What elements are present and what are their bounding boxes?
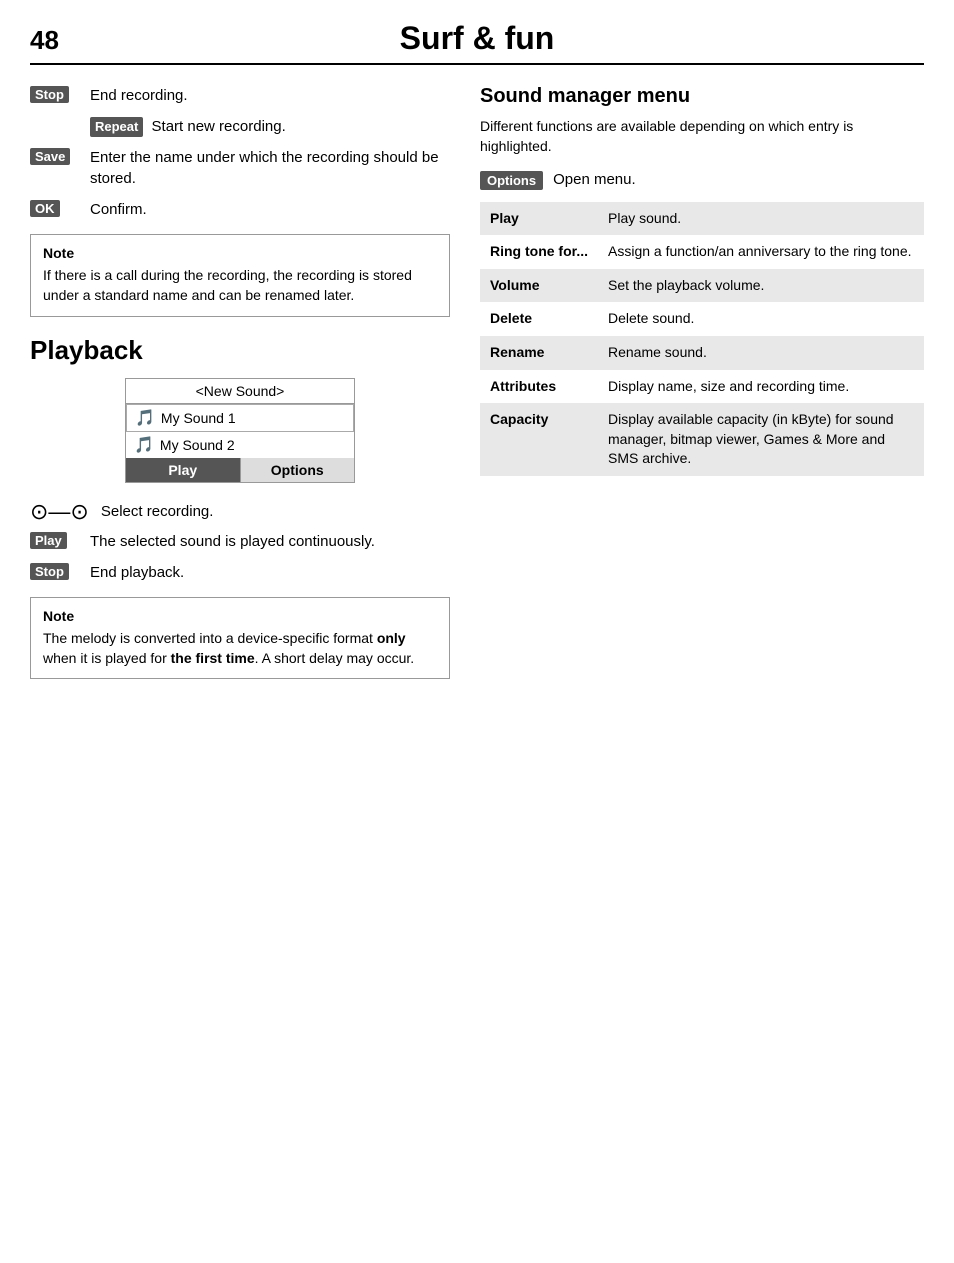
playback-item-2-label: My Sound 2 xyxy=(160,437,235,453)
menu-desc-1: Assign a function/an anniversary to the … xyxy=(598,235,924,269)
play-label: Play xyxy=(30,532,67,549)
note2-bold-2: the first time xyxy=(171,650,255,666)
nav-text: Select recording. xyxy=(101,501,450,522)
options-row: Options Open menu. xyxy=(480,171,924,190)
note2-text-3: . A short delay may occur. xyxy=(255,650,415,666)
play-row: Play The selected sound is played contin… xyxy=(30,531,450,552)
menu-row-5: AttributesDisplay name, size and recordi… xyxy=(480,370,924,404)
menu-row-0: PlayPlay sound. xyxy=(480,202,924,236)
ok-text: Confirm. xyxy=(90,199,450,220)
menu-label-3: Delete xyxy=(480,302,598,336)
sound-manager-title: Sound manager menu xyxy=(480,85,924,108)
left-column: Stop End recording. Repeat Start new rec… xyxy=(30,85,450,693)
options-text: Open menu. xyxy=(553,171,636,188)
main-content: Stop End recording. Repeat Start new rec… xyxy=(30,85,924,693)
menu-label-4: Rename xyxy=(480,336,598,370)
save-label: Save xyxy=(30,148,70,165)
menu-desc-5: Display name, size and recording time. xyxy=(598,370,924,404)
ok-row: OK Confirm. xyxy=(30,199,450,220)
nav-icon: ⊙—⊙ xyxy=(30,499,89,525)
menu-desc-4: Rename sound. xyxy=(598,336,924,370)
playback-ui: <New Sound> 🎵 My Sound 1 🎵 My Sound 2 Pl… xyxy=(30,378,450,483)
page-number: 48 xyxy=(30,25,70,56)
repeat-row: Repeat Start new recording. xyxy=(30,116,450,137)
note1-body: If there is a call during the recording,… xyxy=(43,265,437,306)
menu-row-4: RenameRename sound. xyxy=(480,336,924,370)
play-button[interactable]: Play xyxy=(126,458,240,482)
playback-new-sound: <New Sound> xyxy=(126,379,354,404)
note-box-1: Note If there is a call during the recor… xyxy=(30,234,450,317)
music-icon-2: 🎵 xyxy=(134,435,154,455)
stop2-badge: Stop xyxy=(30,562,78,580)
menu-label-0: Play xyxy=(480,202,598,236)
menu-label-5: Attributes xyxy=(480,370,598,404)
menu-desc-2: Set the playback volume. xyxy=(598,269,924,303)
note-box-2: Note The melody is converted into a devi… xyxy=(30,597,450,680)
menu-table: PlayPlay sound.Ring tone for...Assign a … xyxy=(480,202,924,476)
note2-bold-1: only xyxy=(377,630,406,646)
save-text: Enter the name under which the recording… xyxy=(90,147,450,189)
note2-text-1: The melody is converted into a device-sp… xyxy=(43,630,377,646)
menu-desc-3: Delete sound. xyxy=(598,302,924,336)
ok-label: OK xyxy=(30,200,60,217)
note1-title: Note xyxy=(43,245,437,261)
stop-label: Stop xyxy=(30,86,69,103)
menu-row-6: CapacityDisplay available capacity (in k… xyxy=(480,403,924,476)
note2-text-2: when it is played for xyxy=(43,650,171,666)
note2-body: The melody is converted into a device-sp… xyxy=(43,628,437,669)
stop2-row: Stop End playback. xyxy=(30,562,450,583)
options-badge: Options xyxy=(480,171,543,190)
menu-label-6: Capacity xyxy=(480,403,598,476)
play-text: The selected sound is played continuousl… xyxy=(90,531,450,552)
right-column: Sound manager menu Different functions a… xyxy=(480,85,924,693)
playback-heading: Playback xyxy=(30,335,450,366)
note2-title: Note xyxy=(43,608,437,624)
music-icon-1: 🎵 xyxy=(135,408,155,428)
stop-row: Stop End recording. xyxy=(30,85,450,106)
repeat-text: Repeat Start new recording. xyxy=(90,116,450,137)
menu-row-3: DeleteDelete sound. xyxy=(480,302,924,336)
playback-item-1-label: My Sound 1 xyxy=(161,410,236,426)
play-badge: Play xyxy=(30,531,78,549)
playback-menu: <New Sound> 🎵 My Sound 1 🎵 My Sound 2 Pl… xyxy=(125,378,355,483)
menu-row-2: VolumeSet the playback volume. xyxy=(480,269,924,303)
playback-buttons: Play Options xyxy=(126,458,354,482)
stop2-label: Stop xyxy=(30,563,69,580)
menu-row-1: Ring tone for...Assign a function/an ann… xyxy=(480,235,924,269)
repeat-description: Start new recording. xyxy=(152,118,286,135)
page-title: Surf & fun xyxy=(90,20,924,57)
playback-item-1[interactable]: 🎵 My Sound 1 xyxy=(126,404,354,432)
menu-desc-6: Display available capacity (in kByte) fo… xyxy=(598,403,924,476)
stop-text: End recording. xyxy=(90,85,450,106)
page-header: 48 Surf & fun xyxy=(30,20,924,65)
nav-row: ⊙—⊙ Select recording. xyxy=(30,499,450,525)
sound-manager-desc: Different functions are available depend… xyxy=(480,116,924,157)
playback-item-2[interactable]: 🎵 My Sound 2 xyxy=(126,432,354,458)
save-row: Save Enter the name under which the reco… xyxy=(30,147,450,189)
ok-badge: OK xyxy=(30,199,78,217)
menu-desc-0: Play sound. xyxy=(598,202,924,236)
stop-badge: Stop xyxy=(30,85,78,103)
repeat-label: Repeat xyxy=(90,117,143,137)
stop2-text: End playback. xyxy=(90,562,450,583)
menu-label-1: Ring tone for... xyxy=(480,235,598,269)
options-button[interactable]: Options xyxy=(240,458,355,482)
repeat-badge-spacer xyxy=(30,116,78,117)
save-badge: Save xyxy=(30,147,78,165)
menu-label-2: Volume xyxy=(480,269,598,303)
